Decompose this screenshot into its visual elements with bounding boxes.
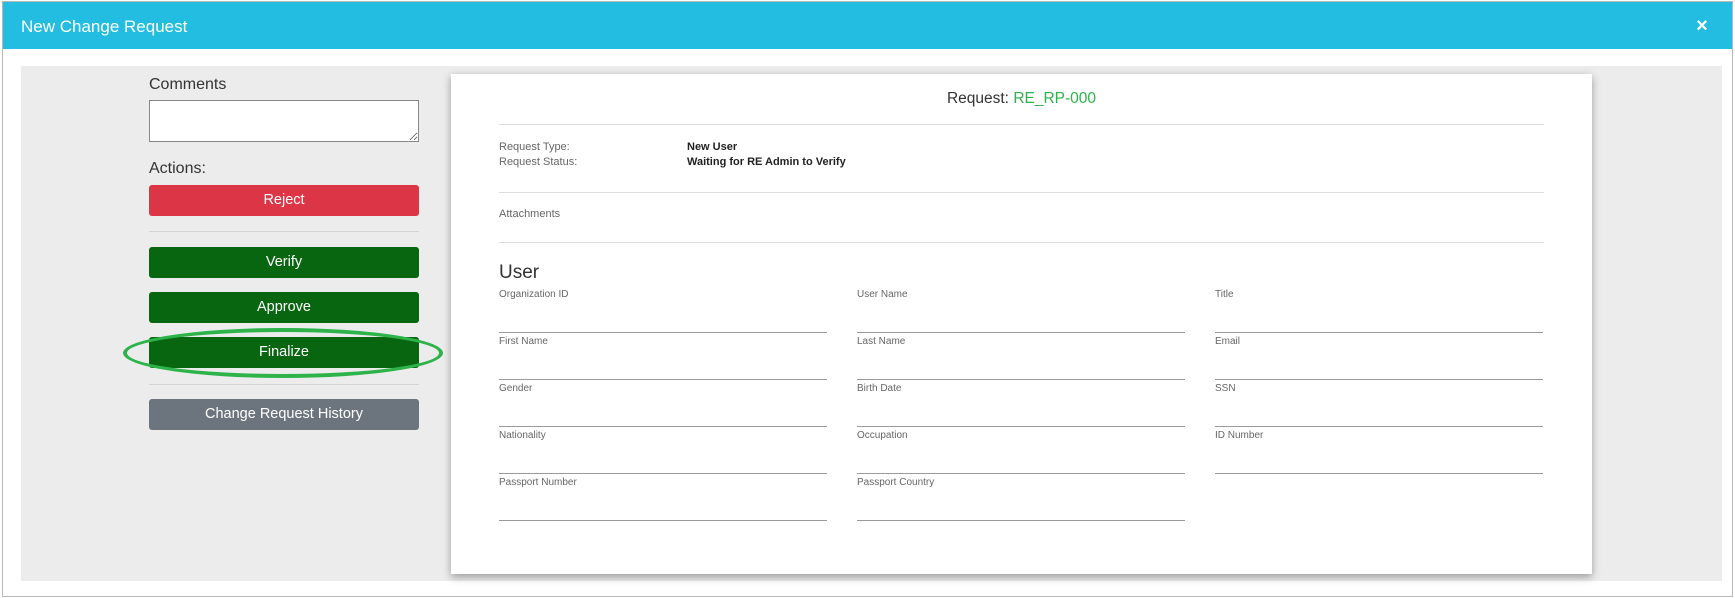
occupation-field[interactable]: Occupation <box>857 430 1185 474</box>
field-label: First Name <box>499 336 548 347</box>
field-label: Birth Date <box>857 383 902 394</box>
nationality-field[interactable]: Nationality <box>499 430 827 474</box>
request-id: RE_RP-000 <box>1013 90 1097 107</box>
request-title-prefix: Request: <box>946 90 1009 107</box>
modal-body: Comments Actions: Reject Verify Approve … <box>21 66 1722 581</box>
organization-id-field[interactable]: Organization ID <box>499 289 827 333</box>
approve-button[interactable]: Approve <box>149 292 419 323</box>
field-label: Gender <box>499 383 533 394</box>
finalize-button[interactable]: Finalize <box>149 337 419 368</box>
divider <box>149 384 419 385</box>
divider <box>499 192 1544 193</box>
divider <box>499 242 1544 243</box>
field-label: Occupation <box>857 430 908 441</box>
field-label: Passport Country <box>857 477 935 488</box>
field-label: Nationality <box>499 430 546 441</box>
attachments-label: Attachments <box>499 208 561 220</box>
passport-number-field[interactable]: Passport Number <box>499 477 827 521</box>
gender-field[interactable]: Gender <box>499 383 827 427</box>
field-label: SSN <box>1215 383 1236 394</box>
user-name-field[interactable]: User Name <box>857 289 1185 333</box>
actions-label: Actions: <box>149 160 206 177</box>
field-label: ID Number <box>1215 430 1264 441</box>
divider <box>499 124 1544 125</box>
modal-header: New Change Request × <box>3 2 1732 49</box>
change-request-modal: New Change Request × Comments Actions: R… <box>2 1 1733 597</box>
reject-button[interactable]: Reject <box>149 185 419 216</box>
email-field[interactable]: Email <box>1215 336 1543 380</box>
close-icon[interactable]: × <box>1690 14 1714 38</box>
field-label: Title <box>1215 289 1234 300</box>
modal-title: New Change Request <box>21 17 188 36</box>
request-details-card: Request: RE_RP-000 Request Type: New Use… <box>451 74 1592 574</box>
field-label: Organization ID <box>499 289 569 300</box>
passport-country-field[interactable]: Passport Country <box>857 477 1185 521</box>
verify-button[interactable]: Verify <box>149 247 419 278</box>
request-type-value: New User <box>687 141 738 153</box>
request-type-label: Request Type: <box>499 141 570 153</box>
comments-textarea[interactable] <box>149 100 419 142</box>
id-number-field[interactable]: ID Number <box>1215 430 1543 474</box>
field-label: User Name <box>857 289 908 300</box>
field-label: Passport Number <box>499 477 577 488</box>
comments-label: Comments <box>149 76 227 93</box>
request-title: Request: RE_RP-000 <box>451 90 1592 108</box>
last-name-field[interactable]: Last Name <box>857 336 1185 380</box>
divider <box>149 231 419 232</box>
field-label: Email <box>1215 336 1241 347</box>
ssn-field[interactable]: SSN <box>1215 383 1543 427</box>
request-status-label: Request Status: <box>499 156 578 168</box>
change-request-history-button[interactable]: Change Request History <box>149 399 419 430</box>
field-label: Last Name <box>857 336 906 347</box>
user-section-title: User <box>499 262 540 283</box>
request-status-value: Waiting for RE Admin to Verify <box>687 156 846 168</box>
birth-date-field[interactable]: Birth Date <box>857 383 1185 427</box>
first-name-field[interactable]: First Name <box>499 336 827 380</box>
title-field[interactable]: Title <box>1215 289 1543 333</box>
